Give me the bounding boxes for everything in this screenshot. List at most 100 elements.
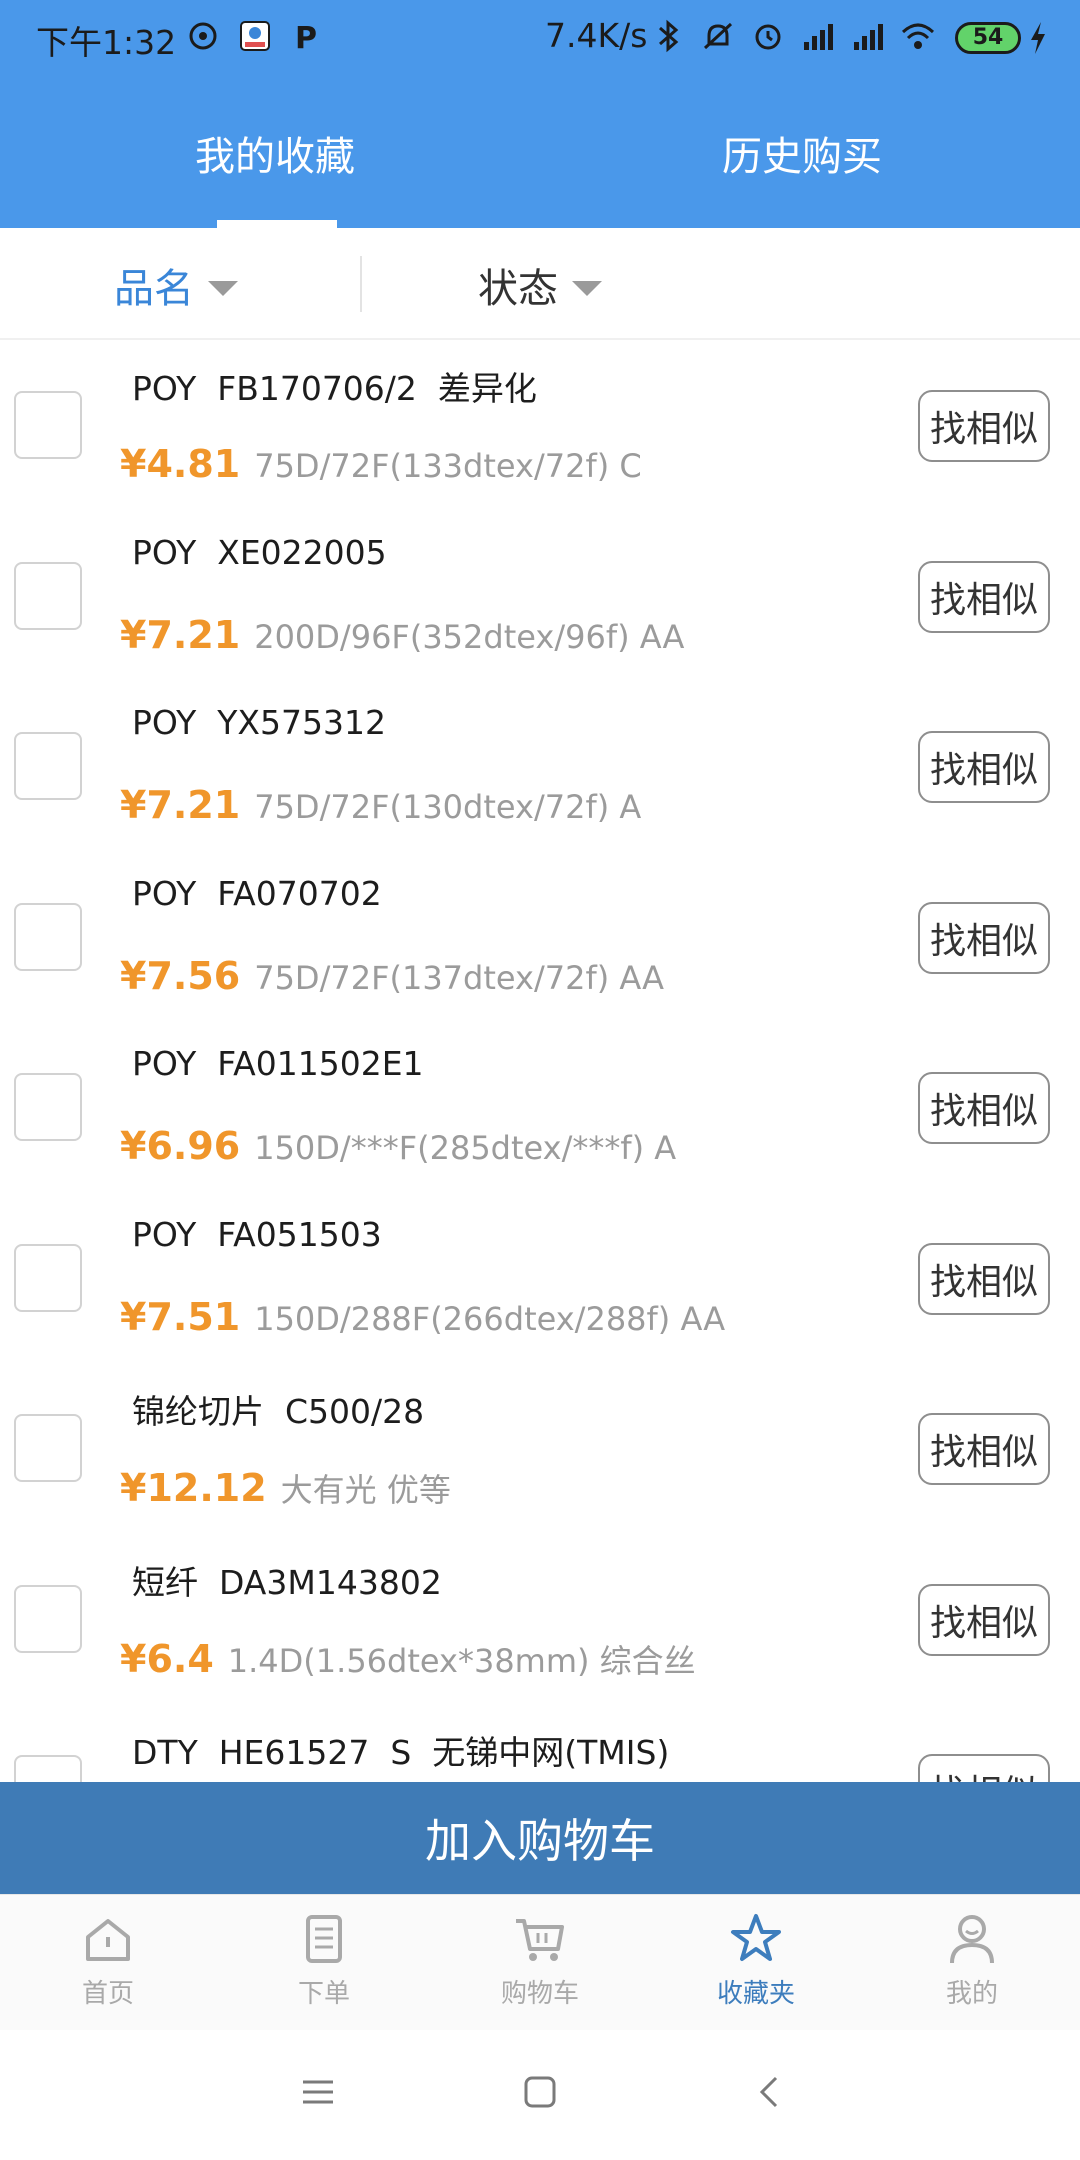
item-checkbox[interactable] [14, 902, 82, 971]
item-price-line: ¥6.4 1.4D(1.56dtex*38mm) 综合丝 [120, 1636, 696, 1682]
filter-bar: 品名 状态 [0, 228, 1080, 340]
find-similar-button[interactable]: 找相似 [918, 560, 1050, 633]
item-title: POY FB170706/2 差异化 [132, 369, 537, 408]
order-document-icon [306, 1915, 342, 1963]
find-similar-button[interactable]: 找相似 [918, 1754, 1050, 1782]
shopping-cart-icon [516, 1919, 564, 1961]
tab-my-favorites[interactable]: 我的收藏 [195, 124, 355, 182]
item-price-line: ¥7.21 200D/96F(352dtex/96f) AA [120, 613, 684, 657]
top-tabs: 我的收藏 历史购买 [0, 100, 1080, 228]
item-price: ¥7.21 [120, 783, 241, 827]
filter-divider [360, 256, 362, 312]
nav-order-label: 下单 [297, 1979, 350, 2009]
list-item: POY FA070702 ¥7.56 75D/72F(137dtex/72f) … [0, 852, 1080, 1023]
status-filter[interactable]: 状态 [478, 256, 602, 314]
find-similar-button[interactable]: 找相似 [918, 390, 1050, 462]
item-checkbox[interactable] [14, 1243, 82, 1312]
item-spec: 75D/72F(130dtex/72f) A [254, 788, 642, 826]
item-title: DTY HE61527 S 无锑中网(TMIS) [132, 1733, 670, 1772]
nav-favorites[interactable]: 收藏夹 [648, 1895, 864, 2030]
item-spec: 150D/***F(285dtex/***f) A [254, 1129, 677, 1167]
bottom-nav: 首页 下单 购物车 收藏夹 我的 [0, 1894, 1080, 2030]
bluetooth-icon [659, 19, 679, 53]
item-price-line: ¥7.51 150D/288F(266dtex/288f) AA [120, 1295, 725, 1339]
list-item: POY YX575312 ¥7.21 75D/72F(130dtex/72f) … [0, 681, 1080, 852]
app-header: 下午1:32 P 7.4K/s 54 我的收藏 历史购买 [0, 0, 1080, 228]
charging-icon [1031, 22, 1045, 54]
back-chevron-icon[interactable] [752, 2074, 788, 2110]
find-similar-button[interactable]: 找相似 [918, 1072, 1050, 1144]
star-icon [731, 1914, 781, 1961]
item-title: POY YX575312 [132, 703, 386, 742]
user-icon [950, 1915, 994, 1964]
item-spec: 大有光 优等 [280, 1471, 451, 1509]
item-checkbox[interactable] [14, 561, 82, 630]
nav-order[interactable]: 下单 [216, 1895, 432, 2030]
item-price-line: ¥7.56 75D/72F(137dtex/72f) AA [120, 954, 664, 998]
item-price-line: ¥12.12 大有光 优等 [120, 1465, 451, 1511]
find-similar-button[interactable]: 找相似 [918, 1583, 1050, 1656]
active-tab-indicator [217, 220, 337, 228]
item-checkbox[interactable] [14, 1584, 82, 1653]
nav-home-label: 首页 [81, 1979, 134, 2009]
caret-down-icon [572, 280, 602, 296]
find-similar-button[interactable]: 找相似 [918, 901, 1050, 974]
item-price: ¥4.81 [120, 442, 241, 486]
nav-cart[interactable]: 购物车 [432, 1895, 648, 2030]
item-price: ¥12.12 [120, 1466, 267, 1510]
nav-home[interactable]: 首页 [0, 1895, 216, 2030]
status-left-icons: P [185, 18, 325, 54]
mute-icon [703, 22, 733, 50]
home-square-icon[interactable] [522, 2074, 558, 2110]
item-price-line: ¥7.21 75D/72F(130dtex/72f) A [120, 783, 641, 827]
item-checkbox[interactable] [14, 1073, 82, 1141]
system-nav-bar [0, 2030, 1080, 2160]
item-title: POY FA011502E1 [132, 1044, 424, 1083]
signal-hd-icon [804, 24, 833, 50]
network-speed: 7.4K/s [545, 16, 648, 55]
item-checkbox[interactable] [14, 1755, 82, 1782]
find-similar-button[interactable]: 找相似 [918, 1413, 1050, 1485]
find-similar-button[interactable]: 找相似 [918, 731, 1050, 803]
favorites-list: POY FB170706/2 差异化 ¥4.81 75D/72F(133dtex… [0, 340, 1080, 1782]
nav-mine[interactable]: 我的 [864, 1895, 1080, 2030]
add-to-cart-button[interactable]: 加入购物车 [0, 1782, 1080, 1894]
item-checkbox[interactable] [14, 391, 82, 459]
list-item: POY FB170706/2 差异化 ¥4.81 75D/72F(133dtex… [0, 340, 1080, 511]
tab-purchase-history[interactable]: 历史购买 [722, 124, 882, 182]
item-price-line: ¥4.81 75D/72F(133dtex/72f) C [120, 442, 642, 486]
item-price: ¥7.56 [120, 953, 241, 998]
item-price: ¥7.21 [120, 612, 241, 657]
sync-icon [189, 22, 217, 50]
item-title: POY FA051503 [132, 1214, 382, 1254]
item-spec: 1.4D(1.56dtex*38mm) 综合丝 [227, 1641, 696, 1680]
status-right-icons [650, 18, 936, 54]
list-item: POY XE022005 ¥7.21 200D/96F(352dtex/96f)… [0, 511, 1080, 682]
item-title: 短纤 DA3M143802 [132, 1562, 442, 1602]
list-item: 锦纶切片 C500/28 ¥12.12 大有光 优等 找相似 [0, 1363, 1080, 1534]
status-bar: 下午1:32 P 7.4K/s 54 [0, 0, 1080, 78]
menu-icon[interactable] [300, 2074, 336, 2110]
nav-cart-label: 购物车 [500, 1979, 579, 2009]
find-similar-button[interactable]: 找相似 [918, 1242, 1050, 1315]
item-title: 锦纶切片 C500/28 [132, 1392, 425, 1431]
item-spec: 75D/72F(133dtex/72f) C [254, 447, 642, 485]
item-price: ¥6.96 [120, 1124, 241, 1168]
product-name-filter-label: 品名 [114, 266, 194, 312]
alarm-icon [755, 24, 781, 50]
app-notification-icon [240, 21, 270, 51]
item-checkbox[interactable] [14, 732, 82, 800]
item-spec: 200D/96F(352dtex/96f) AA [254, 617, 685, 656]
list-item: POY FA051503 ¥7.51 150D/288F(266dtex/288… [0, 1193, 1080, 1364]
payment-icon: P [295, 21, 317, 54]
item-checkbox[interactable] [14, 1414, 82, 1482]
item-price: ¥7.51 [120, 1294, 241, 1339]
status-time: 下午1:32 [36, 23, 177, 62]
product-name-filter[interactable]: 品名 [114, 256, 238, 314]
item-title: POY FA070702 [132, 873, 382, 913]
caret-down-icon [208, 280, 238, 296]
battery-indicator: 54 [955, 22, 1021, 54]
list-item: 短纤 DA3M143802 ¥6.4 1.4D(1.56dtex*38mm) 综… [0, 1534, 1080, 1705]
svg-text:P: P [295, 21, 317, 54]
wifi-icon [901, 23, 935, 49]
